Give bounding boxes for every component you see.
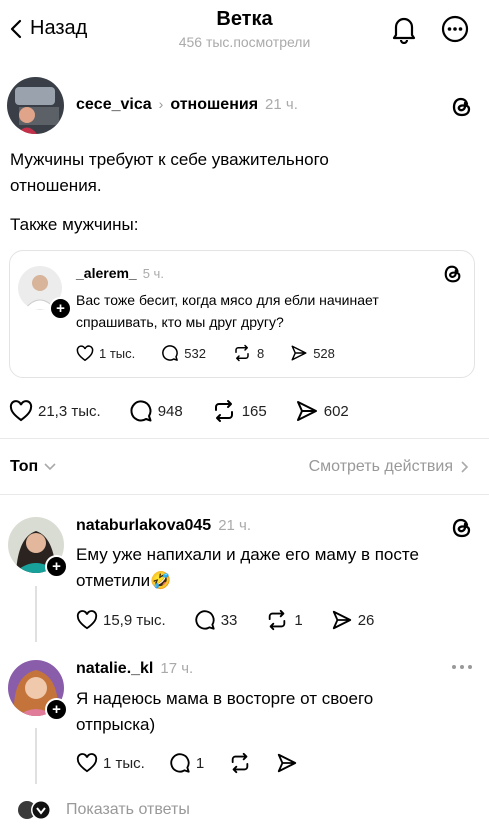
comment-text: Я надеюсь мама в восторге от своего отпр… (76, 689, 374, 734)
share-icon (290, 344, 308, 362)
heart-icon (76, 753, 98, 773)
like-button[interactable]: 21,3 тыс. (9, 400, 101, 422)
post-text: Мужчины требуют к себе уважительного отн… (10, 150, 329, 195)
comment-time: 17 ч. (160, 660, 194, 677)
more-options-icon[interactable] (441, 15, 469, 43)
bell-icon[interactable] (390, 14, 418, 44)
sort-label: Топ (10, 458, 39, 475)
share-button[interactable]: 26 (331, 609, 375, 631)
follow-plus-icon[interactable]: + (49, 297, 72, 320)
like-button[interactable]: 1 тыс. (76, 753, 145, 773)
reply-avatars-icon (16, 799, 54, 821)
repost-icon (211, 399, 237, 423)
comment-icon (194, 609, 216, 631)
comment-count: 948 (157, 402, 183, 420)
share-icon (331, 609, 353, 631)
like-count: 15,9 тыс. (103, 611, 166, 629)
thread-line (35, 586, 37, 642)
like-button[interactable]: 15,9 тыс. (76, 610, 166, 630)
more-horizontal-icon[interactable] (451, 664, 473, 670)
heart-icon (9, 400, 33, 422)
thread-line (35, 728, 37, 784)
comment-button[interactable]: 1 (169, 752, 204, 774)
avatar[interactable] (7, 77, 64, 134)
share-button[interactable] (276, 752, 298, 774)
share-count: 602 (323, 402, 349, 420)
repost-button[interactable]: 8 (232, 344, 264, 362)
comment-author[interactable]: natalie._kl (76, 660, 153, 678)
chevron-down-icon (44, 463, 56, 471)
comment-icon (129, 399, 153, 423)
share-count: 26 (357, 611, 375, 629)
repost-button[interactable]: 165 (211, 399, 267, 423)
chevron-right-icon: › (158, 96, 164, 112)
share-icon (276, 752, 298, 774)
comment-count: 1 (195, 754, 205, 772)
show-replies-label: Показать ответы (66, 801, 190, 818)
share-button[interactable]: 602 (295, 399, 349, 423)
sort-dropdown[interactable]: Топ (10, 458, 56, 476)
chevron-right-icon (461, 461, 469, 473)
repost-button[interactable] (228, 752, 252, 774)
heart-icon (76, 610, 98, 630)
rofl-emoji: 🤣 (150, 571, 172, 590)
like-count: 21,3 тыс. (38, 402, 101, 420)
like-count: 1 тыс. (99, 345, 136, 361)
view-activity-link[interactable]: Смотреть действия (309, 458, 469, 476)
like-button[interactable]: 1 тыс. (76, 344, 136, 362)
comment-count: 532 (184, 345, 206, 361)
share-count: 528 (313, 345, 335, 361)
post-topic[interactable]: отношения (170, 96, 258, 114)
comment-text-body: Ему уже напихали и даже его маму в посте… (76, 545, 419, 590)
threads-logo-icon (443, 264, 463, 284)
share-icon (295, 399, 319, 423)
follow-plus-icon[interactable]: + (45, 555, 68, 578)
quote-text: Вас тоже бесит, когда мясо для ебли начи… (76, 292, 379, 330)
comment-button[interactable]: 532 (161, 344, 206, 362)
quote-author[interactable]: _alerem_ (76, 265, 137, 281)
comment-icon (161, 344, 179, 362)
quote-time: 5 ч. (142, 266, 164, 281)
repost-icon (265, 609, 289, 631)
comment-text: Ему уже напихали и даже его маму в посте… (76, 542, 481, 594)
post-text-2: Также мужчины: (10, 215, 139, 234)
show-replies-button[interactable]: Показать ответы (16, 799, 190, 821)
repost-count: 8 (256, 345, 265, 361)
comment-icon (169, 752, 191, 774)
repost-button[interactable]: 1 (265, 609, 303, 631)
like-count: 1 тыс. (103, 754, 145, 772)
share-button[interactable]: 528 (290, 344, 335, 362)
comment-time: 21 ч. (218, 517, 252, 534)
comment-count: 33 (220, 611, 238, 629)
repost-count: 165 (241, 402, 267, 420)
follow-plus-icon[interactable]: + (45, 698, 68, 721)
divider (0, 438, 489, 439)
comment-button[interactable]: 33 (194, 609, 238, 631)
repost-icon (232, 344, 252, 362)
comment-button[interactable]: 948 (129, 399, 183, 423)
repost-count: 1 (294, 611, 303, 629)
threads-logo-icon (451, 96, 473, 118)
divider (0, 494, 489, 495)
comment-author[interactable]: nataburlakova045 (76, 517, 211, 535)
post-time: 21 ч. (265, 96, 298, 113)
threads-logo-icon (451, 517, 473, 539)
activity-label: Смотреть действия (308, 458, 453, 475)
post-author[interactable]: cece_vica (76, 96, 152, 114)
repost-icon (228, 752, 252, 774)
heart-icon (76, 344, 94, 362)
